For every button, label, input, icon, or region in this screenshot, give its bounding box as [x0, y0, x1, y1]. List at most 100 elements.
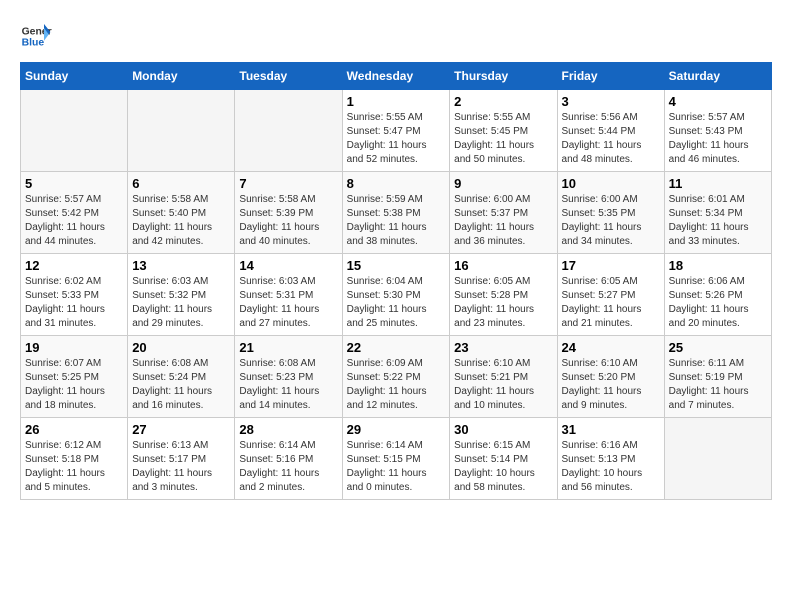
day-info: Sunrise: 6:11 AM Sunset: 5:19 PM Dayligh… — [669, 357, 767, 413]
day-number: 24 — [562, 340, 660, 355]
calendar-cell: 24 Sunrise: 6:10 AM Sunset: 5:20 PM Dayli… — [557, 336, 664, 418]
calendar-cell: 28Sunrise: 6:14 AM Sunset: 5:16 PM Dayli… — [235, 418, 342, 500]
day-info: Sunrise: 6:02 AM Sunset: 5:33 PM Dayligh… — [25, 275, 123, 331]
calendar-week-4: 19 Sunrise: 6:07 AM Sunset: 5:25 PM Dayli… — [21, 336, 772, 418]
day-number: 1 — [347, 94, 446, 109]
day-number: 16 — [454, 258, 552, 273]
weekday-header-saturday: Saturday — [664, 63, 771, 90]
day-number: 11 — [669, 176, 767, 191]
calendar-cell: 30 Sunrise: 6:15 AM Sunset: 5:14 PM Dayli… — [450, 418, 557, 500]
day-number: 22 — [347, 340, 446, 355]
day-info: Sunrise: 5:57 AM Sunset: 5:42 PM Dayligh… — [25, 193, 123, 249]
day-number: 3 — [562, 94, 660, 109]
weekday-header-sunday: Sunday — [21, 63, 128, 90]
day-number: 2 — [454, 94, 552, 109]
day-number: 25 — [669, 340, 767, 355]
calendar-cell: 19 Sunrise: 6:07 AM Sunset: 5:25 PM Dayli… — [21, 336, 128, 418]
calendar-cell: 10Sunrise: 6:00 AM Sunset: 5:35 PM Dayli… — [557, 172, 664, 254]
day-info: Sunrise: 6:01 AM Sunset: 5:34 PM Dayligh… — [669, 193, 767, 249]
calendar-cell: 16 Sunrise: 6:05 AM Sunset: 5:28 PM Dayli… — [450, 254, 557, 336]
day-info: Sunrise: 6:10 AM Sunset: 5:21 PM Dayligh… — [454, 357, 552, 413]
day-number: 5 — [25, 176, 123, 191]
calendar-cell: 25 Sunrise: 6:11 AM Sunset: 5:19 PM Dayli… — [664, 336, 771, 418]
day-number: 9 — [454, 176, 552, 191]
calendar-week-3: 12 Sunrise: 6:02 AM Sunset: 5:33 PM Dayli… — [21, 254, 772, 336]
calendar-cell: 11 Sunrise: 6:01 AM Sunset: 5:34 PM Dayli… — [664, 172, 771, 254]
day-info: Sunrise: 5:56 AM Sunset: 5:44 PM Dayligh… — [562, 111, 660, 167]
calendar-cell — [664, 418, 771, 500]
logo: General Blue — [20, 20, 52, 52]
day-info: Sunrise: 6:10 AM Sunset: 5:20 PM Dayligh… — [562, 357, 660, 413]
weekday-header-row: SundayMondayTuesdayWednesdayThursdayFrid… — [21, 63, 772, 90]
day-info: Sunrise: 6:05 AM Sunset: 5:28 PM Dayligh… — [454, 275, 552, 331]
day-info: Sunrise: 6:15 AM Sunset: 5:14 PM Dayligh… — [454, 439, 552, 495]
day-info: Sunrise: 6:14 AM Sunset: 5:15 PM Dayligh… — [347, 439, 446, 495]
page-header: General Blue — [20, 20, 772, 52]
calendar-week-2: 5 Sunrise: 5:57 AM Sunset: 5:42 PM Daylig… — [21, 172, 772, 254]
weekday-header-friday: Friday — [557, 63, 664, 90]
day-info: Sunrise: 5:59 AM Sunset: 5:38 PM Dayligh… — [347, 193, 446, 249]
day-info: Sunrise: 6:06 AM Sunset: 5:26 PM Dayligh… — [669, 275, 767, 331]
calendar-cell: 7Sunrise: 5:58 AM Sunset: 5:39 PM Daylig… — [235, 172, 342, 254]
day-number: 20 — [132, 340, 230, 355]
calendar-cell: 26 Sunrise: 6:12 AM Sunset: 5:18 PM Dayli… — [21, 418, 128, 500]
day-number: 31 — [562, 422, 660, 437]
day-info: Sunrise: 6:12 AM Sunset: 5:18 PM Dayligh… — [25, 439, 123, 495]
calendar-cell: 31 Sunrise: 6:16 AM Sunset: 5:13 PM Dayli… — [557, 418, 664, 500]
calendar-cell: 1 Sunrise: 5:55 AM Sunset: 5:47 PM Daylig… — [342, 90, 450, 172]
day-info: Sunrise: 5:58 AM Sunset: 5:40 PM Dayligh… — [132, 193, 230, 249]
day-number: 13 — [132, 258, 230, 273]
day-number: 12 — [25, 258, 123, 273]
day-number: 19 — [25, 340, 123, 355]
calendar-cell: 18 Sunrise: 6:06 AM Sunset: 5:26 PM Dayli… — [664, 254, 771, 336]
day-info: Sunrise: 6:03 AM Sunset: 5:32 PM Dayligh… — [132, 275, 230, 331]
calendar-table: SundayMondayTuesdayWednesdayThursdayFrid… — [20, 62, 772, 500]
calendar-cell: 9Sunrise: 6:00 AM Sunset: 5:37 PM Daylig… — [450, 172, 557, 254]
calendar-cell — [235, 90, 342, 172]
calendar-cell: 29 Sunrise: 6:14 AM Sunset: 5:15 PM Dayli… — [342, 418, 450, 500]
calendar-week-5: 26 Sunrise: 6:12 AM Sunset: 5:18 PM Dayli… — [21, 418, 772, 500]
day-number: 28 — [239, 422, 337, 437]
calendar-cell: 21 Sunrise: 6:08 AM Sunset: 5:23 PM Dayli… — [235, 336, 342, 418]
calendar-cell: 14 Sunrise: 6:03 AM Sunset: 5:31 PM Dayli… — [235, 254, 342, 336]
weekday-header-tuesday: Tuesday — [235, 63, 342, 90]
calendar-cell: 15Sunrise: 6:04 AM Sunset: 5:30 PM Dayli… — [342, 254, 450, 336]
calendar-cell: 2 Sunrise: 5:55 AM Sunset: 5:45 PM Daylig… — [450, 90, 557, 172]
calendar-cell: 8 Sunrise: 5:59 AM Sunset: 5:38 PM Daylig… — [342, 172, 450, 254]
day-number: 7 — [239, 176, 337, 191]
day-number: 27 — [132, 422, 230, 437]
day-number: 21 — [239, 340, 337, 355]
day-number: 29 — [347, 422, 446, 437]
day-number: 6 — [132, 176, 230, 191]
weekday-header-wednesday: Wednesday — [342, 63, 450, 90]
weekday-header-monday: Monday — [128, 63, 235, 90]
calendar-cell: 13 Sunrise: 6:03 AM Sunset: 5:32 PM Dayli… — [128, 254, 235, 336]
day-number: 10 — [562, 176, 660, 191]
calendar-cell: 20 Sunrise: 6:08 AM Sunset: 5:24 PM Dayli… — [128, 336, 235, 418]
calendar-cell: 5 Sunrise: 5:57 AM Sunset: 5:42 PM Daylig… — [21, 172, 128, 254]
day-number: 4 — [669, 94, 767, 109]
day-info: Sunrise: 6:08 AM Sunset: 5:23 PM Dayligh… — [239, 357, 337, 413]
day-info: Sunrise: 5:55 AM Sunset: 5:47 PM Dayligh… — [347, 111, 446, 167]
day-number: 18 — [669, 258, 767, 273]
calendar-cell — [128, 90, 235, 172]
calendar-cell: 3 Sunrise: 5:56 AM Sunset: 5:44 PM Daylig… — [557, 90, 664, 172]
calendar-cell: 6 Sunrise: 5:58 AM Sunset: 5:40 PM Daylig… — [128, 172, 235, 254]
day-number: 14 — [239, 258, 337, 273]
day-number: 15 — [347, 258, 446, 273]
calendar-cell: 23 Sunrise: 6:10 AM Sunset: 5:21 PM Dayli… — [450, 336, 557, 418]
day-info: Sunrise: 6:07 AM Sunset: 5:25 PM Dayligh… — [25, 357, 123, 413]
day-info: Sunrise: 6:03 AM Sunset: 5:31 PM Dayligh… — [239, 275, 337, 331]
day-number: 17 — [562, 258, 660, 273]
day-number: 26 — [25, 422, 123, 437]
day-info: Sunrise: 6:16 AM Sunset: 5:13 PM Dayligh… — [562, 439, 660, 495]
day-info: Sunrise: 5:55 AM Sunset: 5:45 PM Dayligh… — [454, 111, 552, 167]
day-info: Sunrise: 6:08 AM Sunset: 5:24 PM Dayligh… — [132, 357, 230, 413]
day-number: 23 — [454, 340, 552, 355]
svg-text:Blue: Blue — [22, 38, 45, 49]
calendar-cell: 27Sunrise: 6:13 AM Sunset: 5:17 PM Dayli… — [128, 418, 235, 500]
day-number: 30 — [454, 422, 552, 437]
calendar-cell: 22Sunrise: 6:09 AM Sunset: 5:22 PM Dayli… — [342, 336, 450, 418]
calendar-cell: 4Sunrise: 5:57 AM Sunset: 5:43 PM Daylig… — [664, 90, 771, 172]
day-number: 8 — [347, 176, 446, 191]
